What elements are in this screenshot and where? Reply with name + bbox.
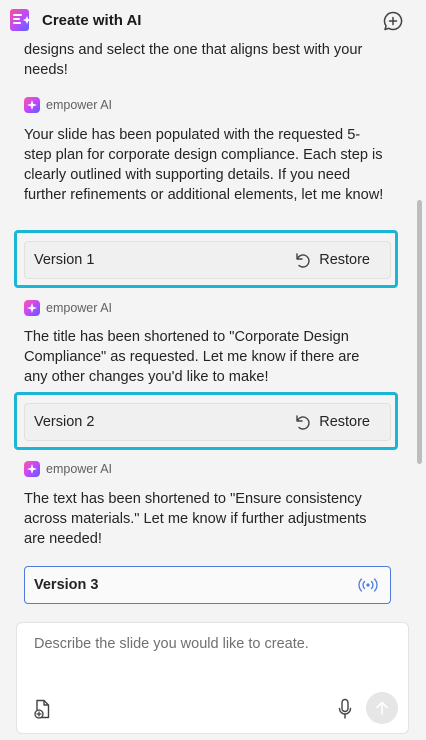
microphone-icon[interactable] bbox=[337, 698, 353, 720]
version-label: Version 2 bbox=[34, 414, 95, 430]
restore-label: Restore bbox=[319, 414, 370, 430]
empower-ai-icon bbox=[24, 461, 40, 477]
app-title: Create with AI bbox=[42, 11, 142, 29]
restore-button[interactable]: Restore bbox=[293, 413, 370, 431]
send-button[interactable] bbox=[366, 692, 398, 724]
ai-sender-label: empower AI bbox=[24, 460, 112, 478]
attach-file-icon[interactable] bbox=[34, 699, 52, 719]
generating-broadcast-icon bbox=[358, 578, 378, 592]
create-ai-logo-icon bbox=[10, 9, 31, 31]
arrow-up-icon bbox=[376, 701, 388, 715]
ai-message-text: The title has been shortened to "Corpora… bbox=[24, 329, 360, 385]
version-card-current: Version 3 bbox=[24, 566, 391, 604]
empower-ai-icon bbox=[24, 300, 40, 316]
version-label: Version 3 bbox=[34, 577, 99, 593]
sender-name: empower AI bbox=[46, 98, 113, 112]
version-card: Version 1 Restore bbox=[24, 241, 391, 279]
add-chat-icon bbox=[383, 11, 403, 31]
ai-message-text: The text has been shortened to "Ensure c… bbox=[24, 491, 367, 547]
header: Create with AI bbox=[0, 0, 426, 40]
sender-name: empower AI bbox=[46, 301, 113, 315]
version-card: Version 2 Restore bbox=[24, 403, 391, 441]
prompt-composer bbox=[16, 622, 409, 734]
undo-icon bbox=[296, 415, 310, 430]
prompt-input[interactable] bbox=[34, 636, 374, 652]
ai-sender-label: empower AI bbox=[24, 96, 112, 114]
scrollbar-thumb[interactable] bbox=[417, 200, 422, 464]
ai-message-text: designs and select the one that aligns b… bbox=[24, 42, 363, 78]
new-chat-button[interactable] bbox=[382, 10, 404, 32]
undo-icon bbox=[296, 253, 310, 268]
ai-message-text: Your slide has been populated with the r… bbox=[24, 127, 384, 203]
sender-name: empower AI bbox=[46, 462, 113, 476]
empower-ai-icon bbox=[24, 97, 40, 113]
version-label: Version 1 bbox=[34, 252, 95, 268]
restore-button[interactable]: Restore bbox=[293, 251, 370, 269]
ai-sender-label: empower AI bbox=[24, 299, 112, 317]
conversation-panel[interactable]: designs and select the one that aligns b… bbox=[0, 40, 412, 610]
restore-label: Restore bbox=[319, 252, 370, 268]
